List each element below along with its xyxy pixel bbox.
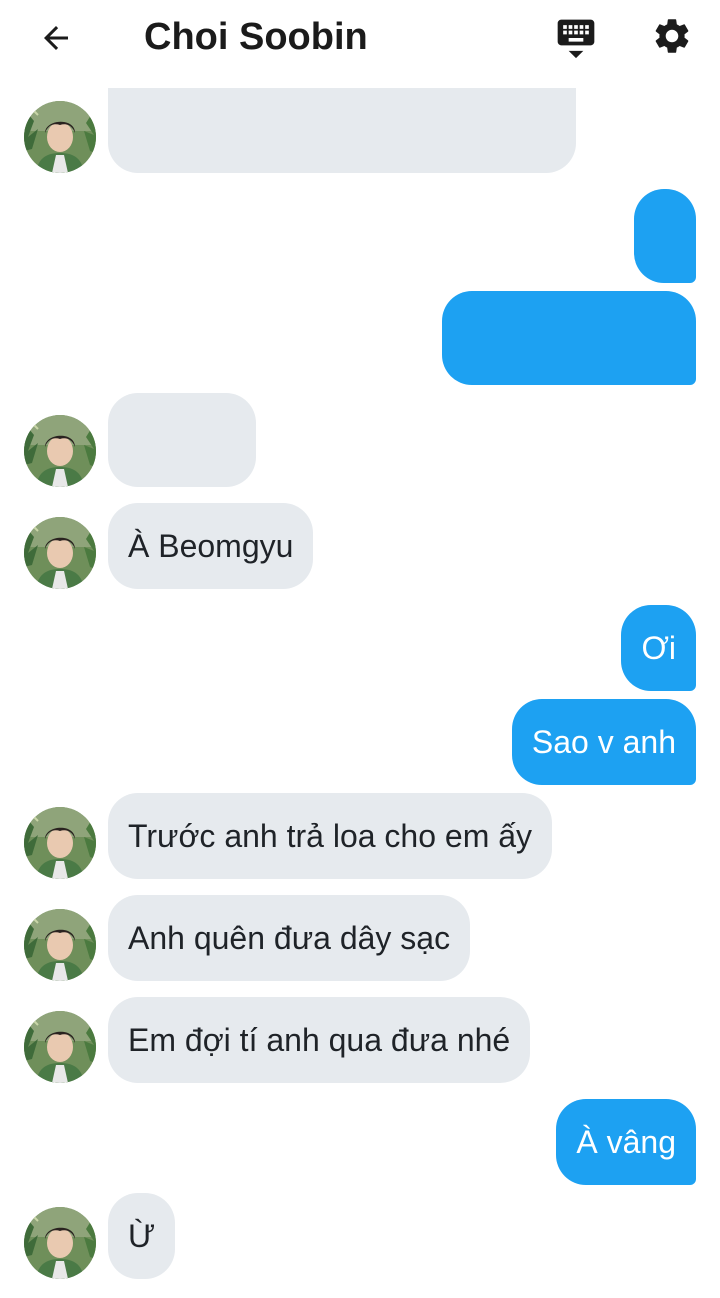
message-bubble-outgoing[interactable]: [442, 291, 696, 385]
avatar[interactable]: [24, 517, 96, 589]
contact-photo: [24, 415, 96, 487]
contact-photo: [24, 807, 96, 879]
message-list[interactable]: À Beomgyu Ơi Sao v anh Trước anh trả loa…: [0, 0, 720, 1298]
message-text: Em đợi tí anh qua đưa nhé: [128, 1022, 511, 1058]
message-bubble-incoming[interactable]: [108, 393, 256, 487]
avatar[interactable]: [24, 1207, 96, 1279]
message-text: À vâng: [576, 1124, 676, 1160]
message-bubble-incoming[interactable]: Ừ: [108, 1193, 176, 1279]
message-text: À Beomgyu: [128, 528, 294, 564]
avatar[interactable]: [24, 807, 96, 879]
avatar[interactable]: [24, 101, 96, 173]
message-bubble-incoming[interactable]: À Beomgyu: [108, 503, 314, 589]
message-bubble-outgoing[interactable]: [634, 189, 696, 283]
message-text: Ơi: [641, 630, 676, 666]
contact-photo: [24, 517, 96, 589]
avatar[interactable]: [24, 1011, 96, 1083]
message-bubble-incoming[interactable]: [108, 88, 576, 173]
message-text: Anh quên đưa dây sạc: [128, 920, 451, 956]
contact-photo: [24, 101, 96, 173]
message-bubble-outgoing[interactable]: Sao v anh: [511, 699, 696, 785]
message-bubble-incoming[interactable]: Anh quên đưa dây sạc: [108, 895, 471, 981]
message-text: Trước anh trả loa cho em ấy: [128, 818, 533, 854]
message-text: Ừ: [128, 1218, 156, 1254]
message-bubble-incoming[interactable]: Em đợi tí anh qua đưa nhé: [108, 997, 531, 1083]
contact-photo: [24, 1011, 96, 1083]
avatar[interactable]: [24, 415, 96, 487]
message-bubble-outgoing[interactable]: Ơi: [621, 605, 696, 691]
message-text: Sao v anh: [531, 724, 676, 760]
contact-photo: [24, 909, 96, 981]
message-bubble-outgoing[interactable]: À vâng: [556, 1099, 696, 1185]
contact-photo: [24, 1207, 96, 1279]
message-bubble-incoming[interactable]: Trước anh trả loa cho em ấy: [108, 793, 553, 879]
avatar[interactable]: [24, 909, 96, 981]
